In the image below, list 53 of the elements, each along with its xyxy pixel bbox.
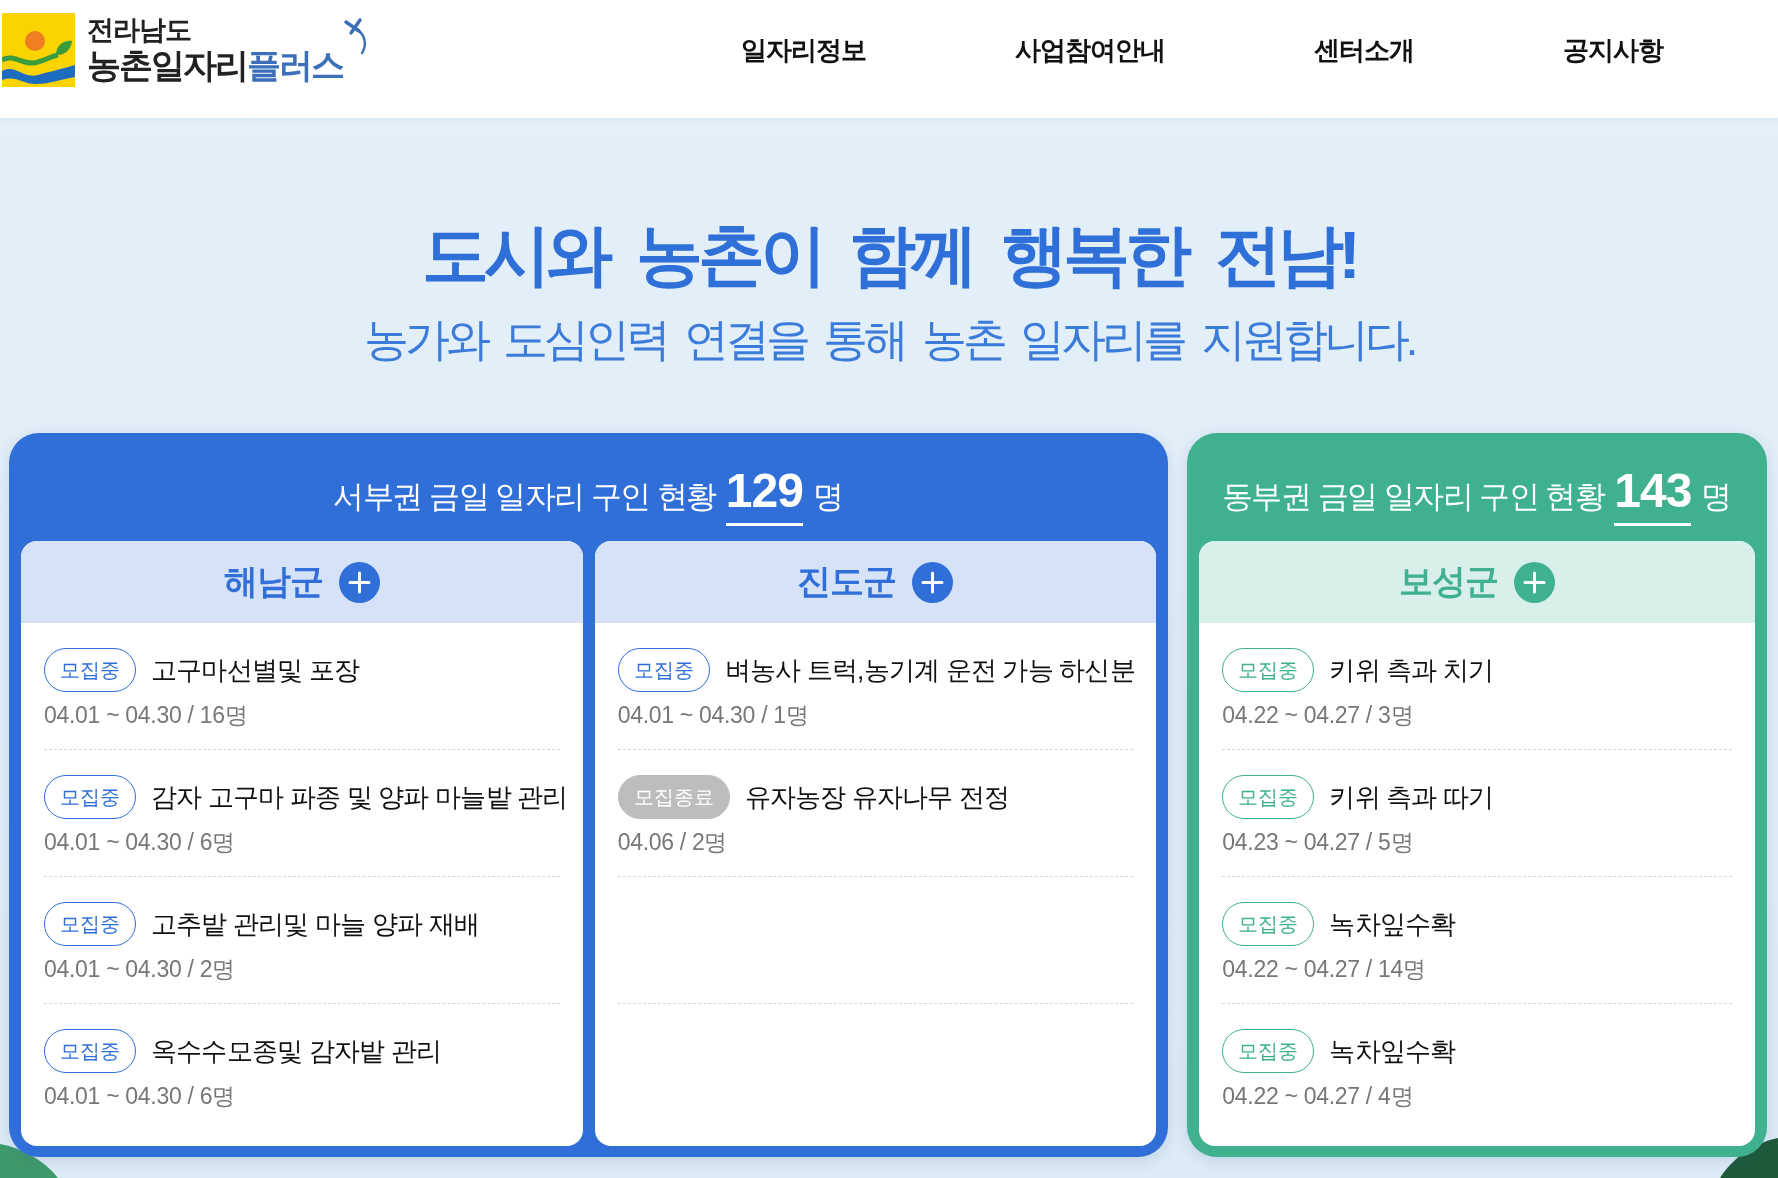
plus-circle-icon[interactable] bbox=[912, 561, 954, 603]
job-period: 04.22 ~ 04.27 / 3명 bbox=[1222, 701, 1414, 730]
job-title[interactable]: 감자 고구마 파종 및 양파 마늘밭 관리 bbox=[151, 779, 568, 815]
status-badge: 모집중 bbox=[1222, 902, 1315, 946]
job-period: 04.01 ~ 04.30 / 16명 bbox=[44, 701, 248, 730]
job-title[interactable]: 키위 측과 치기 bbox=[1329, 652, 1494, 688]
job-title[interactable]: 녹차잎수확 bbox=[1329, 906, 1456, 942]
status-badge: 모집중 bbox=[44, 902, 136, 946]
hero-title: 도시와 농촌이 함께 행복한 전남! bbox=[421, 216, 1357, 294]
job-period: 04.23 ~ 04.27 / 5명 bbox=[1222, 828, 1414, 857]
job-title[interactable]: 고추밭 관리및 마늘 양파 재배 bbox=[151, 906, 480, 942]
leaf-decoration bbox=[0, 1144, 58, 1178]
count-unit: 명 bbox=[1701, 478, 1733, 516]
status-badge: 모집중 bbox=[617, 648, 710, 692]
panel-title: 동부권 금일 일자리 구인 현황 bbox=[1221, 478, 1605, 516]
plus-circle-icon[interactable] bbox=[1514, 561, 1556, 603]
job-period: 04.01 ~ 04.30 / 6명 bbox=[44, 828, 235, 857]
logo-title: 농촌일자리플러스 bbox=[87, 45, 343, 85]
job-count: 129 bbox=[725, 467, 803, 526]
leaf-decoration bbox=[1720, 1138, 1778, 1178]
job-period: 04.01 ~ 04.30 / 1명 bbox=[617, 701, 809, 730]
nav-link[interactable]: 사업참여안내 bbox=[1015, 32, 1165, 68]
status-badge: 모집중 bbox=[44, 648, 136, 692]
nav-link[interactable]: 센터소개 bbox=[1314, 32, 1414, 68]
job-period: 04.06 / 2명 bbox=[617, 828, 728, 857]
status-badge: 모집중 bbox=[1222, 775, 1315, 819]
nav-link[interactable]: 공지사항 bbox=[1563, 32, 1663, 68]
job-period: 04.01 ~ 04.30 / 6명 bbox=[44, 1082, 235, 1111]
panel-title: 서부권 금일 일자리 구인 현황 bbox=[333, 478, 716, 516]
job-title[interactable]: 옥수수모종및 감자밭 관리 bbox=[151, 1033, 442, 1069]
status-badge: 모집중 bbox=[44, 775, 136, 819]
job-period: 04.22 ~ 04.27 / 4명 bbox=[1222, 1082, 1414, 1111]
job-title[interactable]: 고구마선별및 포장 bbox=[151, 652, 360, 688]
hero-subtitle: 농가와 도심인력 연결을 통해 농촌 일자리를 지원합니다. bbox=[362, 313, 1416, 367]
logo-region: 전라남도 bbox=[87, 15, 192, 45]
job-count: 143 bbox=[1614, 467, 1692, 526]
plus-circle-icon[interactable] bbox=[338, 561, 380, 603]
status-badge: 모집중 bbox=[1222, 1029, 1315, 1073]
county-name[interactable]: 진도군 bbox=[797, 559, 897, 605]
count-unit: 명 bbox=[812, 478, 844, 516]
status-badge: 모집종료 bbox=[617, 775, 730, 819]
plane-icon bbox=[343, 17, 367, 55]
status-badge: 모집중 bbox=[1222, 648, 1315, 692]
status-badge: 모집중 bbox=[44, 1029, 136, 1073]
logo-emblem-icon[interactable] bbox=[2, 13, 75, 87]
job-title[interactable]: 녹차잎수확 bbox=[1329, 1033, 1456, 1069]
job-title[interactable]: 키위 측과 따기 bbox=[1329, 779, 1494, 815]
job-title[interactable]: 유자농장 유자나무 전정 bbox=[744, 779, 1010, 815]
job-title[interactable]: 벼농사 트럭,농기계 운전 가능 하신분 bbox=[724, 652, 1135, 688]
job-period: 04.01 ~ 04.30 / 2명 bbox=[44, 955, 235, 984]
nav-link[interactable]: 일자리정보 bbox=[741, 32, 866, 68]
job-period: 04.22 ~ 04.27 / 14명 bbox=[1222, 955, 1426, 984]
county-name[interactable]: 해남군 bbox=[223, 559, 323, 605]
